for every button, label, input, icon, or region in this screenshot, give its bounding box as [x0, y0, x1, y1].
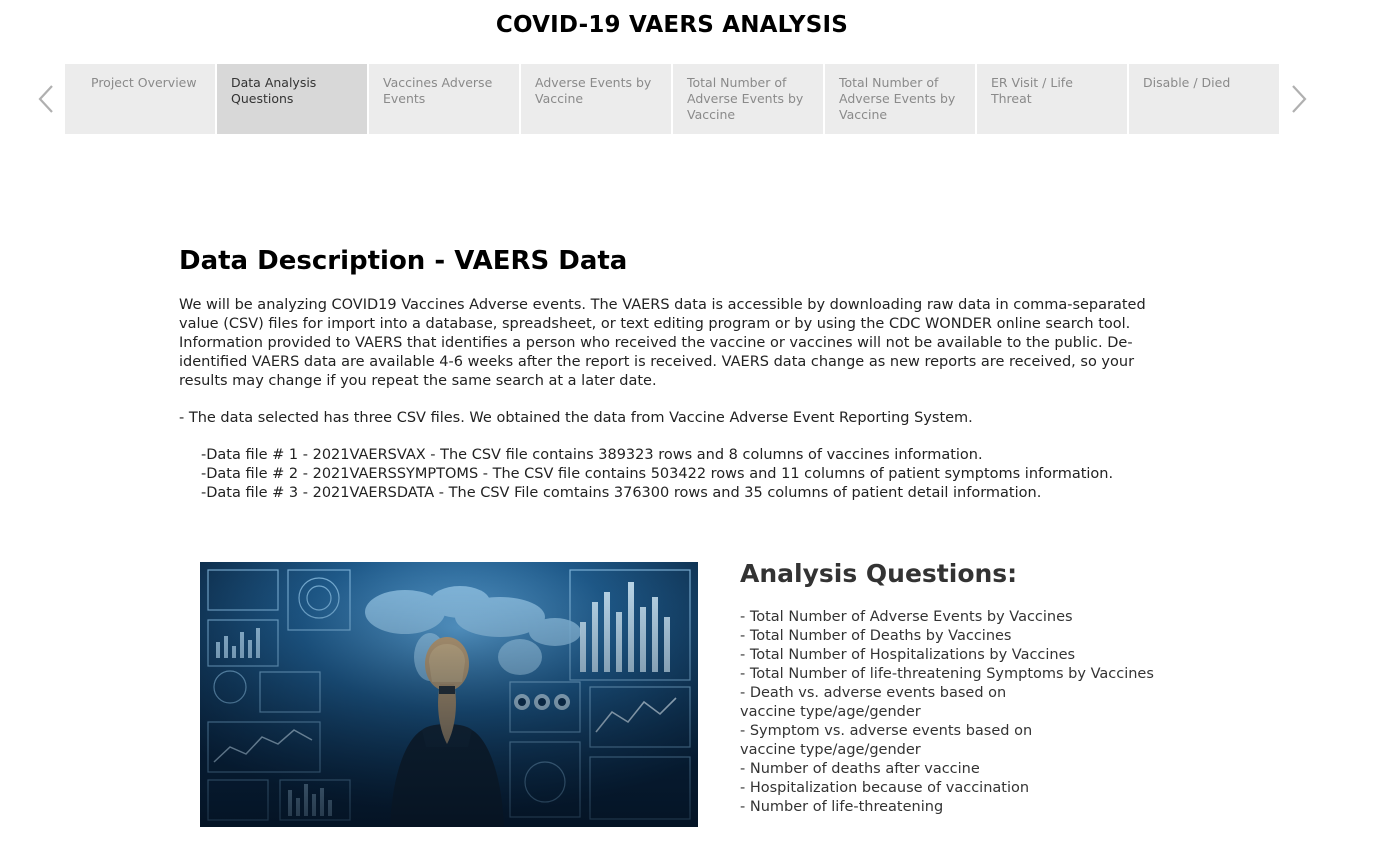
story-tabs: Project Overview Data Analysis Questions… [65, 64, 1279, 134]
tab-project-overview[interactable]: Project Overview [65, 64, 215, 134]
list-item: - Total Number of Adverse Events by Vacc… [740, 609, 1073, 625]
data-file-item: -Data file # 2 - 2021VAERSSYMPTOMS - The… [201, 466, 1114, 482]
chevron-right-icon[interactable] [1287, 84, 1309, 114]
list-item: - Symptom vs. adverse events based on va… [740, 723, 1033, 758]
tab-adverse-events-by-vaccine[interactable]: Adverse Events by Vaccine [521, 64, 671, 134]
page-title: COVID-19 VAERS ANALYSIS [495, 12, 849, 38]
tab-er-visit-life-threat[interactable]: ER Visit / Life Threat [977, 64, 1127, 134]
woman-facing-data-dashboard-image [200, 562, 698, 827]
data-file-item: -Data file # 1 - 2021VAERSVAX - The CSV … [201, 447, 983, 463]
list-item: - Death vs. adverse events based on vacc… [740, 685, 1007, 720]
tab-vaccines-adverse-events[interactable]: Vaccines Adverse Events [369, 64, 519, 134]
data-source-line: - The data selected has three CSV files.… [179, 410, 973, 426]
data-files-list: -Data file # 1 - 2021VAERSVAX - The CSV … [201, 446, 1113, 503]
tab-disable-died[interactable]: Disable / Died [1129, 64, 1279, 134]
tab-total-adverse-events-1[interactable]: Total Number of Adverse Events by Vaccin… [673, 64, 823, 134]
list-item: - Number of deaths after vaccine [740, 761, 980, 777]
chevron-left-icon[interactable] [36, 84, 58, 114]
analysis-questions-heading: Analysis Questions: [740, 559, 1018, 588]
tab-data-analysis-questions[interactable]: Data Analysis Questions [217, 64, 367, 134]
tab-total-adverse-events-2[interactable]: Total Number of Adverse Events by Vaccin… [825, 64, 975, 134]
list-item: - Total Number of Hospitalizations by Va… [740, 647, 1076, 663]
data-description-heading: Data Description - VAERS Data [179, 246, 628, 276]
list-item: - Total Number of Deaths by Vaccines [740, 628, 1012, 644]
analysis-questions-list: - Total Number of Adverse Events by Vacc… [740, 608, 1160, 816]
data-description-paragraph: We will be analyzing COVID19 Vaccines Ad… [179, 297, 1146, 389]
list-item: - Number of life-threatening [740, 799, 944, 815]
list-item: - Hospitalization because of vaccination [740, 780, 1030, 796]
data-file-item: -Data file # 3 - 2021VAERSDATA - The CSV… [201, 485, 1042, 501]
list-item: - Total Number of life-threatening Sympt… [740, 666, 1154, 682]
